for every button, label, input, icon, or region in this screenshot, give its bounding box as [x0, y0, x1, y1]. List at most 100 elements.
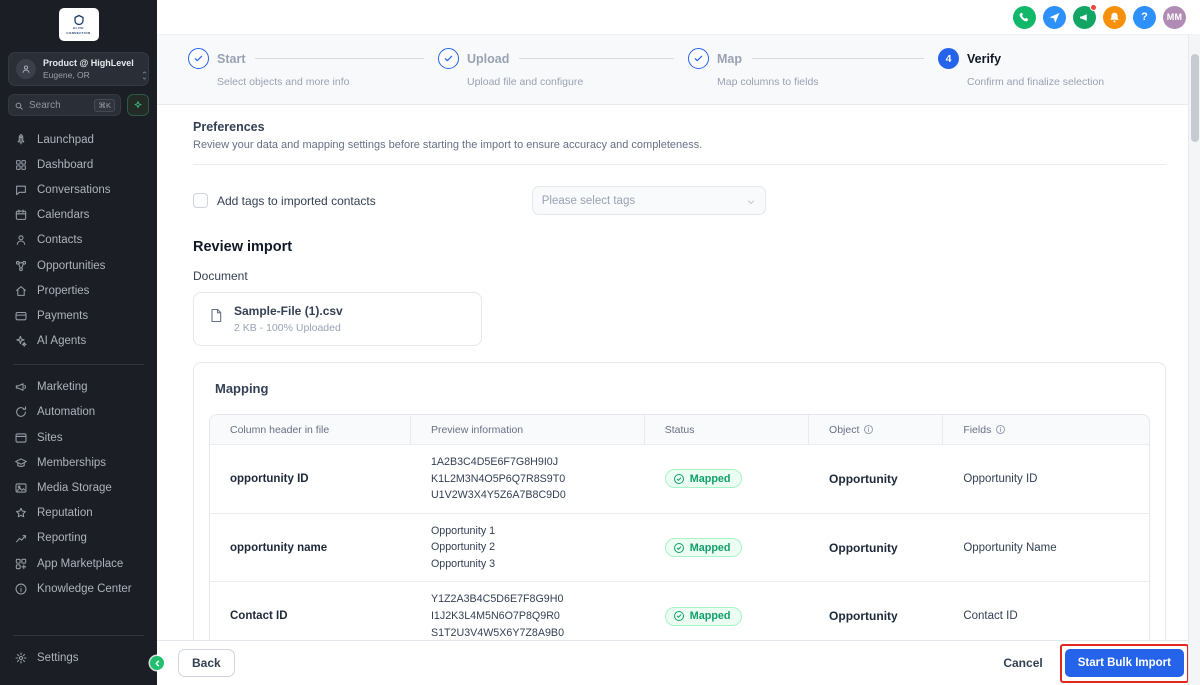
step-connector — [519, 57, 674, 60]
help-button[interactable]: ? — [1133, 5, 1156, 29]
step-check-icon — [694, 55, 703, 62]
account-switcher[interactable]: Product @ HighLevel Eugene, OR — [8, 52, 149, 86]
start-bulk-import-button[interactable]: Start Bulk Import — [1064, 649, 1184, 677]
sidebar-item-label: Media Storage — [37, 482, 112, 495]
mapping-title: Mapping — [215, 381, 269, 396]
sidebar-item-conversations[interactable]: Conversations — [0, 177, 157, 202]
conversations-icon — [14, 183, 28, 197]
sidebar-item-media-storage[interactable]: Media Storage — [0, 475, 157, 500]
add-tags-checkbox[interactable] — [193, 193, 208, 208]
user-avatar[interactable]: MM — [1163, 5, 1186, 29]
step-sublabel: Confirm and finalize selection — [967, 76, 1105, 88]
announcements-button[interactable] — [1073, 3, 1097, 29]
sidebar-item-contacts[interactable]: Contacts — [0, 228, 157, 253]
search-input[interactable]: Search ⌘K — [8, 94, 121, 116]
mapping-card: Mapping Column header in file Preview in… — [193, 362, 1166, 640]
search-row: Search ⌘K — [8, 94, 149, 116]
step-connector — [752, 57, 924, 60]
notifications-button[interactable] — [1103, 5, 1126, 29]
sidebar-item-ai-agents[interactable]: AI Agents — [0, 329, 157, 354]
quick-actions-button[interactable] — [127, 94, 149, 116]
status-badge: Mapped — [664, 606, 742, 626]
sidebar-bottom: Settings — [0, 625, 157, 685]
sidebar-item-label: App Marketplace — [37, 557, 124, 570]
reputation-icon — [14, 506, 28, 520]
step-start[interactable]: Start Select objects and more info — [188, 48, 438, 104]
step-circle — [438, 48, 459, 69]
sidebar-item-reputation[interactable]: Reputation — [0, 501, 157, 526]
account-chevrons-icon — [141, 64, 148, 79]
info-icon[interactable] — [995, 424, 1006, 435]
scrollbar[interactable] — [1188, 34, 1200, 685]
sidebar-item-label: Conversations — [37, 183, 111, 196]
sidebar-item-reporting[interactable]: Reporting — [0, 526, 157, 551]
sidebar-item-sites[interactable]: Sites — [0, 425, 157, 450]
payments-icon — [14, 309, 28, 323]
avatar-initials: MM — [1166, 12, 1183, 22]
topbar: ? MM — [157, 0, 1200, 34]
settings-icon — [14, 651, 28, 665]
step-check-icon — [194, 55, 203, 62]
preview-value: U1V2W3X4Y5Z6A7B8C9D0 — [430, 489, 566, 502]
sidebar-item-payments[interactable]: Payments — [0, 303, 157, 328]
preview-value: Opportunity 3 — [430, 557, 496, 570]
column-header: Column header in file — [230, 423, 330, 436]
sidebar-item-memberships[interactable]: Memberships — [0, 450, 157, 475]
sidebar-nav: Launchpad Dashboard Conversations Calend… — [0, 116, 157, 625]
quick-connect-button[interactable] — [1043, 5, 1066, 29]
preview-value: Opportunity 2 — [430, 541, 496, 554]
sidebar-item-knowledge-center[interactable]: Knowledge Center — [0, 576, 157, 601]
field-value: Contact ID — [963, 610, 1018, 623]
step-label: Map — [717, 51, 742, 66]
sidebar-item-settings[interactable]: Settings — [0, 646, 157, 671]
step-verify[interactable]: 4 Verify Confirm and finalize selection — [938, 48, 1104, 104]
column-header: Fields — [963, 423, 992, 436]
submit-wrap: Start Bulk Import — [1059, 644, 1189, 683]
sidebar-item-calendars[interactable]: Calendars — [0, 203, 157, 228]
contacts-icon — [14, 233, 28, 247]
account-location: Eugene, OR — [43, 70, 90, 80]
status-label: Mapped — [689, 472, 731, 485]
chevron-left-icon — [155, 660, 159, 666]
sidebar-item-dashboard[interactable]: Dashboard — [0, 152, 157, 177]
step-check-icon — [444, 55, 453, 62]
knowledge-center-icon — [14, 582, 28, 596]
document-label: Document — [193, 269, 248, 283]
sidebar-item-opportunities[interactable]: Opportunities — [0, 253, 157, 278]
sidebar-item-marketing[interactable]: Marketing — [0, 375, 157, 400]
step-circle — [688, 48, 709, 69]
sidebar-item-label: Calendars — [37, 209, 90, 222]
back-button[interactable]: Back — [178, 649, 235, 677]
sidebar-item-launchpad[interactable]: Launchpad — [0, 127, 157, 152]
file-column-name: opportunity ID — [230, 472, 309, 485]
cancel-button[interactable]: Cancel — [1003, 656, 1042, 670]
verify-content: Preferences Review your data and mapping… — [157, 105, 1200, 640]
launchpad-icon — [14, 133, 28, 147]
step-connector — [255, 57, 424, 60]
mapping-row: Contact ID Y1Z2A3B4C5D6E7F8G9H0 I1J2K3L4… — [210, 581, 1149, 640]
footer-actions: Cancel Start Bulk Import — [1003, 644, 1189, 683]
tags-select[interactable]: Please select tags — [531, 186, 766, 215]
automation-icon — [14, 405, 28, 419]
step-sublabel: Select objects and more info — [217, 76, 350, 88]
info-icon[interactable] — [863, 424, 874, 435]
sidebar-collapse-button[interactable] — [150, 656, 164, 670]
sidebar-item-automation[interactable]: Automation — [0, 400, 157, 425]
sidebar-item-label: Opportunities — [37, 259, 106, 272]
divider — [193, 164, 1166, 165]
megaphone-icon — [1080, 13, 1087, 21]
phone-button[interactable] — [1013, 5, 1036, 29]
brand-logo-text-2: CONNECTION — [66, 30, 91, 35]
preview-value: K1L2M3N4O5P6Q7R8S9T0 — [430, 472, 566, 485]
sidebar-item-app-marketplace[interactable]: App Marketplace — [0, 551, 157, 576]
sidebar-item-properties[interactable]: Properties — [0, 278, 157, 303]
ai-agents-icon — [14, 334, 28, 348]
sidebar-divider — [13, 363, 144, 365]
step-map[interactable]: Map Map columns to fields — [688, 48, 938, 104]
step-upload[interactable]: Upload Upload file and configure — [438, 48, 688, 104]
bell-icon — [1110, 12, 1119, 22]
scrollbar-thumb[interactable] — [1191, 54, 1199, 142]
brand-logo[interactable]: ELITE CONNECTION — [58, 8, 99, 41]
main-area: ? MM Start Select objects and more info — [157, 0, 1200, 685]
step-sublabel: Map columns to fields — [717, 76, 819, 88]
